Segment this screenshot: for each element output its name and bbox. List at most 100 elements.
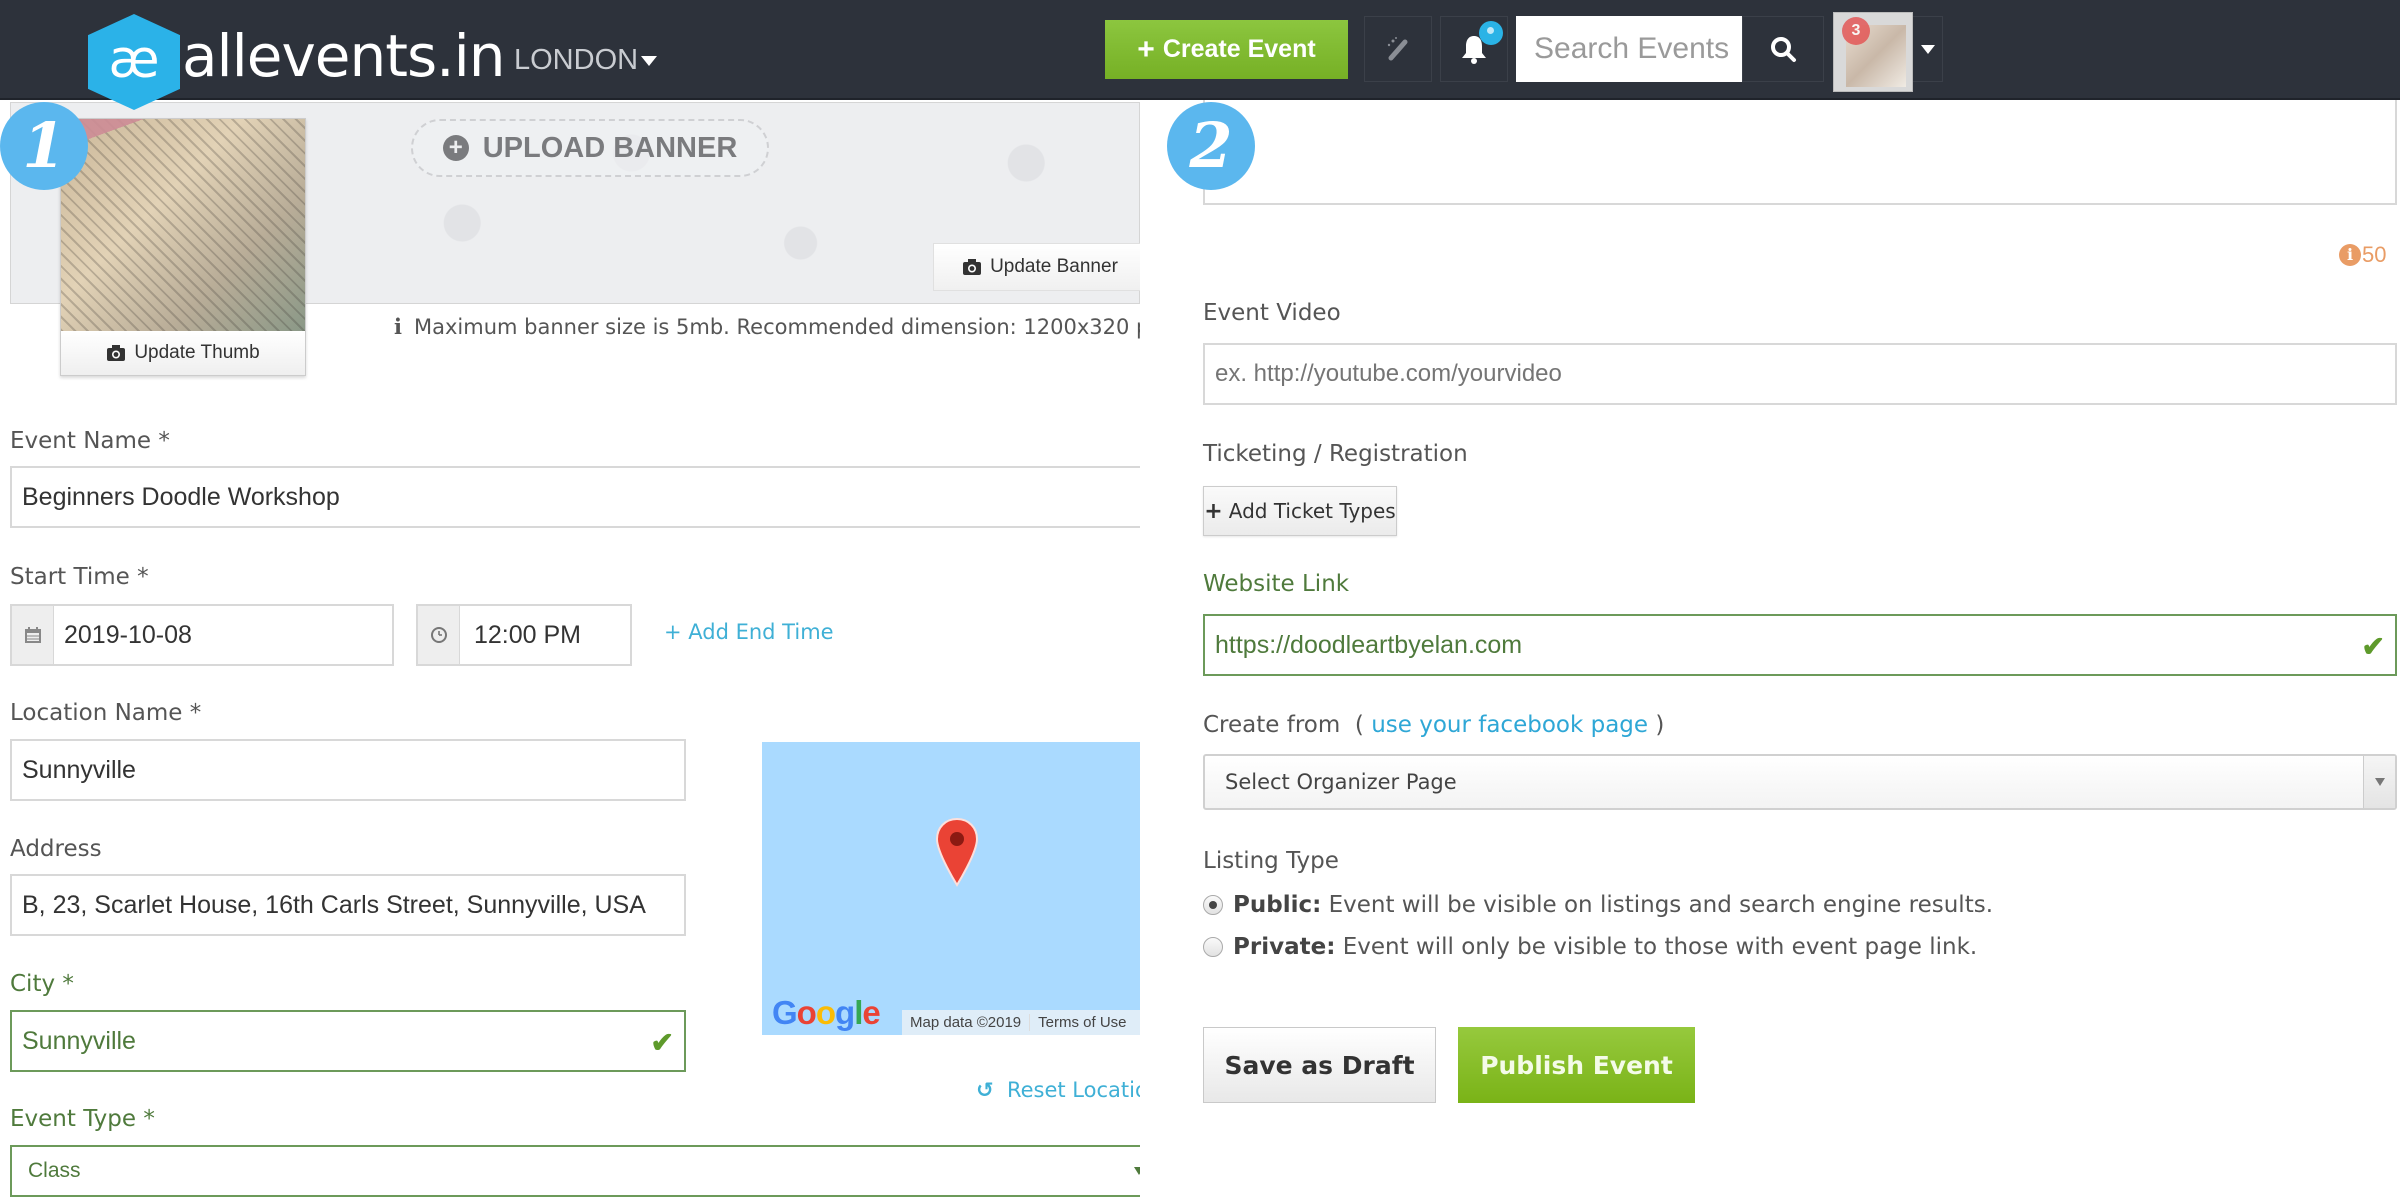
user-menu-toggle[interactable] xyxy=(1913,16,1943,82)
reset-icon: ↺ xyxy=(976,1078,994,1102)
event-type-select[interactable]: Class xyxy=(10,1145,1140,1197)
save-as-draft-button[interactable]: Save as Draft xyxy=(1203,1027,1436,1103)
camera-icon xyxy=(963,259,982,275)
google-logo: Google xyxy=(772,994,881,1031)
user-avatar[interactable]: 3 xyxy=(1833,12,1913,92)
organizer-select-placeholder: Select Organizer Page xyxy=(1225,770,1457,794)
start-time-label: Start Time * xyxy=(10,564,149,590)
map-pin-icon xyxy=(935,817,979,887)
private-option-text: Private: Event will only be visible to t… xyxy=(1233,934,1977,960)
event-thumbnail: Update Thumb xyxy=(60,118,306,376)
notification-dot xyxy=(1479,21,1503,45)
public-option-text: Public: Event will be visible on listing… xyxy=(1233,892,1993,918)
plus-circle-icon: + xyxy=(442,135,469,161)
calendar-addon xyxy=(12,606,54,664)
camera-icon xyxy=(107,345,126,361)
clock-icon xyxy=(430,627,447,643)
info-icon: i xyxy=(394,314,402,339)
address-input[interactable]: B, 23, Scarlet House, 16th Carls Street,… xyxy=(10,874,686,936)
website-link-label: Website Link xyxy=(1203,571,1350,597)
add-end-time-link[interactable]: + Add End Time xyxy=(664,620,834,644)
plus-icon: + xyxy=(1137,32,1155,66)
description-char-counter: i 50 xyxy=(2339,242,2386,268)
private-radio[interactable] xyxy=(1203,937,1223,957)
magic-wand-button[interactable] xyxy=(1364,16,1432,82)
location-name-label: Location Name * xyxy=(10,700,202,726)
website-link-value: https://doodleartbyelan.com xyxy=(1215,630,1523,659)
reset-location-link[interactable]: ↺ Reset Location xyxy=(976,1078,1140,1102)
map-data-text: Map data ©2019 xyxy=(910,1014,1022,1031)
search-button[interactable] xyxy=(1742,16,1824,82)
website-link-input[interactable]: https://doodleartbyelan.com ✔ xyxy=(1203,614,2397,676)
checkmark-icon: ✔ xyxy=(650,1027,674,1058)
magic-wand-icon xyxy=(1387,37,1408,61)
step-badge-1: 1 xyxy=(0,102,88,190)
upload-banner-button[interactable]: + UPLOAD BANNER xyxy=(411,119,769,177)
listing-public-option[interactable]: Public: Event will be visible on listing… xyxy=(1203,892,1993,918)
event-type-value: Class xyxy=(28,1159,81,1182)
create-event-button[interactable]: + Create Event xyxy=(1105,20,1348,79)
publish-event-button[interactable]: Publish Event xyxy=(1458,1027,1695,1103)
banner-hint-text: Maximum banner size is 5mb. Recommended … xyxy=(413,315,1140,339)
public-radio[interactable] xyxy=(1203,895,1223,915)
logo-text[interactable]: allevents.in xyxy=(182,22,505,90)
map-attribution: Map data ©2019 Terms of Use xyxy=(902,1010,1140,1035)
city-label: LONDON xyxy=(514,44,639,76)
listing-private-option[interactable]: Private: Event will only be visible to t… xyxy=(1203,934,1977,960)
add-ticket-types-button[interactable]: + Add Ticket Types xyxy=(1203,486,1397,536)
use-facebook-page-link[interactable]: use your facebook page xyxy=(1371,712,1648,738)
paren-open: ( xyxy=(1354,712,1364,738)
start-date-input[interactable]: 2019-10-08 xyxy=(10,604,394,666)
caret-down-icon xyxy=(1920,44,1935,54)
caret-down-icon xyxy=(2374,778,2385,786)
caret-down-icon xyxy=(641,56,658,67)
private-title: Private: xyxy=(1233,934,1336,960)
location-name-value: Sunnyville xyxy=(22,755,136,784)
notifications-button[interactable] xyxy=(1440,16,1508,82)
city-value: Sunnyville xyxy=(22,1026,136,1055)
event-video-input[interactable] xyxy=(1203,343,2397,405)
plus-icon: + xyxy=(1204,498,1223,524)
paren-close: ) xyxy=(1655,712,1665,738)
search-icon xyxy=(1771,37,1796,62)
upload-banner-label: UPLOAD BANNER xyxy=(482,131,738,164)
organizer-page-select[interactable]: Select Organizer Page xyxy=(1203,754,2397,810)
public-title: Public: xyxy=(1233,892,1322,918)
thumbnail-image xyxy=(61,119,305,331)
description-textarea[interactable] xyxy=(1203,100,2397,205)
step-badge-2: 2 xyxy=(1167,102,1255,190)
add-ticket-types-label: Add Ticket Types xyxy=(1228,499,1396,523)
location-name-input[interactable]: Sunnyville xyxy=(10,739,686,801)
city-label: City * xyxy=(10,971,74,997)
top-navbar: æ allevents.in LONDON + Create Event 3 xyxy=(0,0,2400,110)
ticketing-label: Ticketing / Registration xyxy=(1203,441,1468,467)
location-map[interactable]: Google Map data ©2019 Terms of Use xyxy=(762,742,1140,1035)
start-time-input[interactable]: 12:00 PM xyxy=(416,604,632,666)
update-thumb-button[interactable]: Update Thumb xyxy=(61,331,305,375)
search-events-input[interactable] xyxy=(1516,16,1742,82)
create-from-label: Create from ( use your facebook page ) xyxy=(1203,712,1664,738)
city-selector[interactable]: LONDON xyxy=(514,44,658,77)
banner-size-hint: i Maximum banner size is 5mb. Recommended… xyxy=(394,314,1140,339)
public-desc: Event will be visible on listings and se… xyxy=(1328,892,1994,918)
map-terms-link[interactable]: Terms of Use xyxy=(1029,1014,1134,1031)
calendar-icon xyxy=(24,627,41,643)
private-desc: Event will only be visible to those with… xyxy=(1342,934,1978,960)
update-banner-label: Update Banner xyxy=(990,256,1118,277)
update-banner-button[interactable]: Update Banner xyxy=(933,243,1140,291)
listing-type-label: Listing Type xyxy=(1203,848,1339,874)
select-arrow xyxy=(2363,756,2395,808)
city-input[interactable]: Sunnyville ✔ xyxy=(10,1010,686,1072)
clock-addon xyxy=(418,606,460,664)
address-value: B, 23, Scarlet House, 16th Carls Street,… xyxy=(22,890,646,919)
event-name-input[interactable]: Beginners Doodle Workshop xyxy=(10,466,1140,528)
char-count-value: 50 xyxy=(2362,242,2387,267)
create-event-label: Create Event xyxy=(1162,35,1316,63)
create-from-text: Create from xyxy=(1203,712,1341,738)
logo-mark[interactable]: æ xyxy=(88,14,180,110)
address-label: Address xyxy=(10,836,102,862)
start-time-value: 12:00 PM xyxy=(474,620,582,649)
event-video-label: Event Video xyxy=(1203,300,1341,326)
update-thumb-label: Update Thumb xyxy=(134,342,260,363)
checkmark-icon: ✔ xyxy=(2361,631,2385,662)
